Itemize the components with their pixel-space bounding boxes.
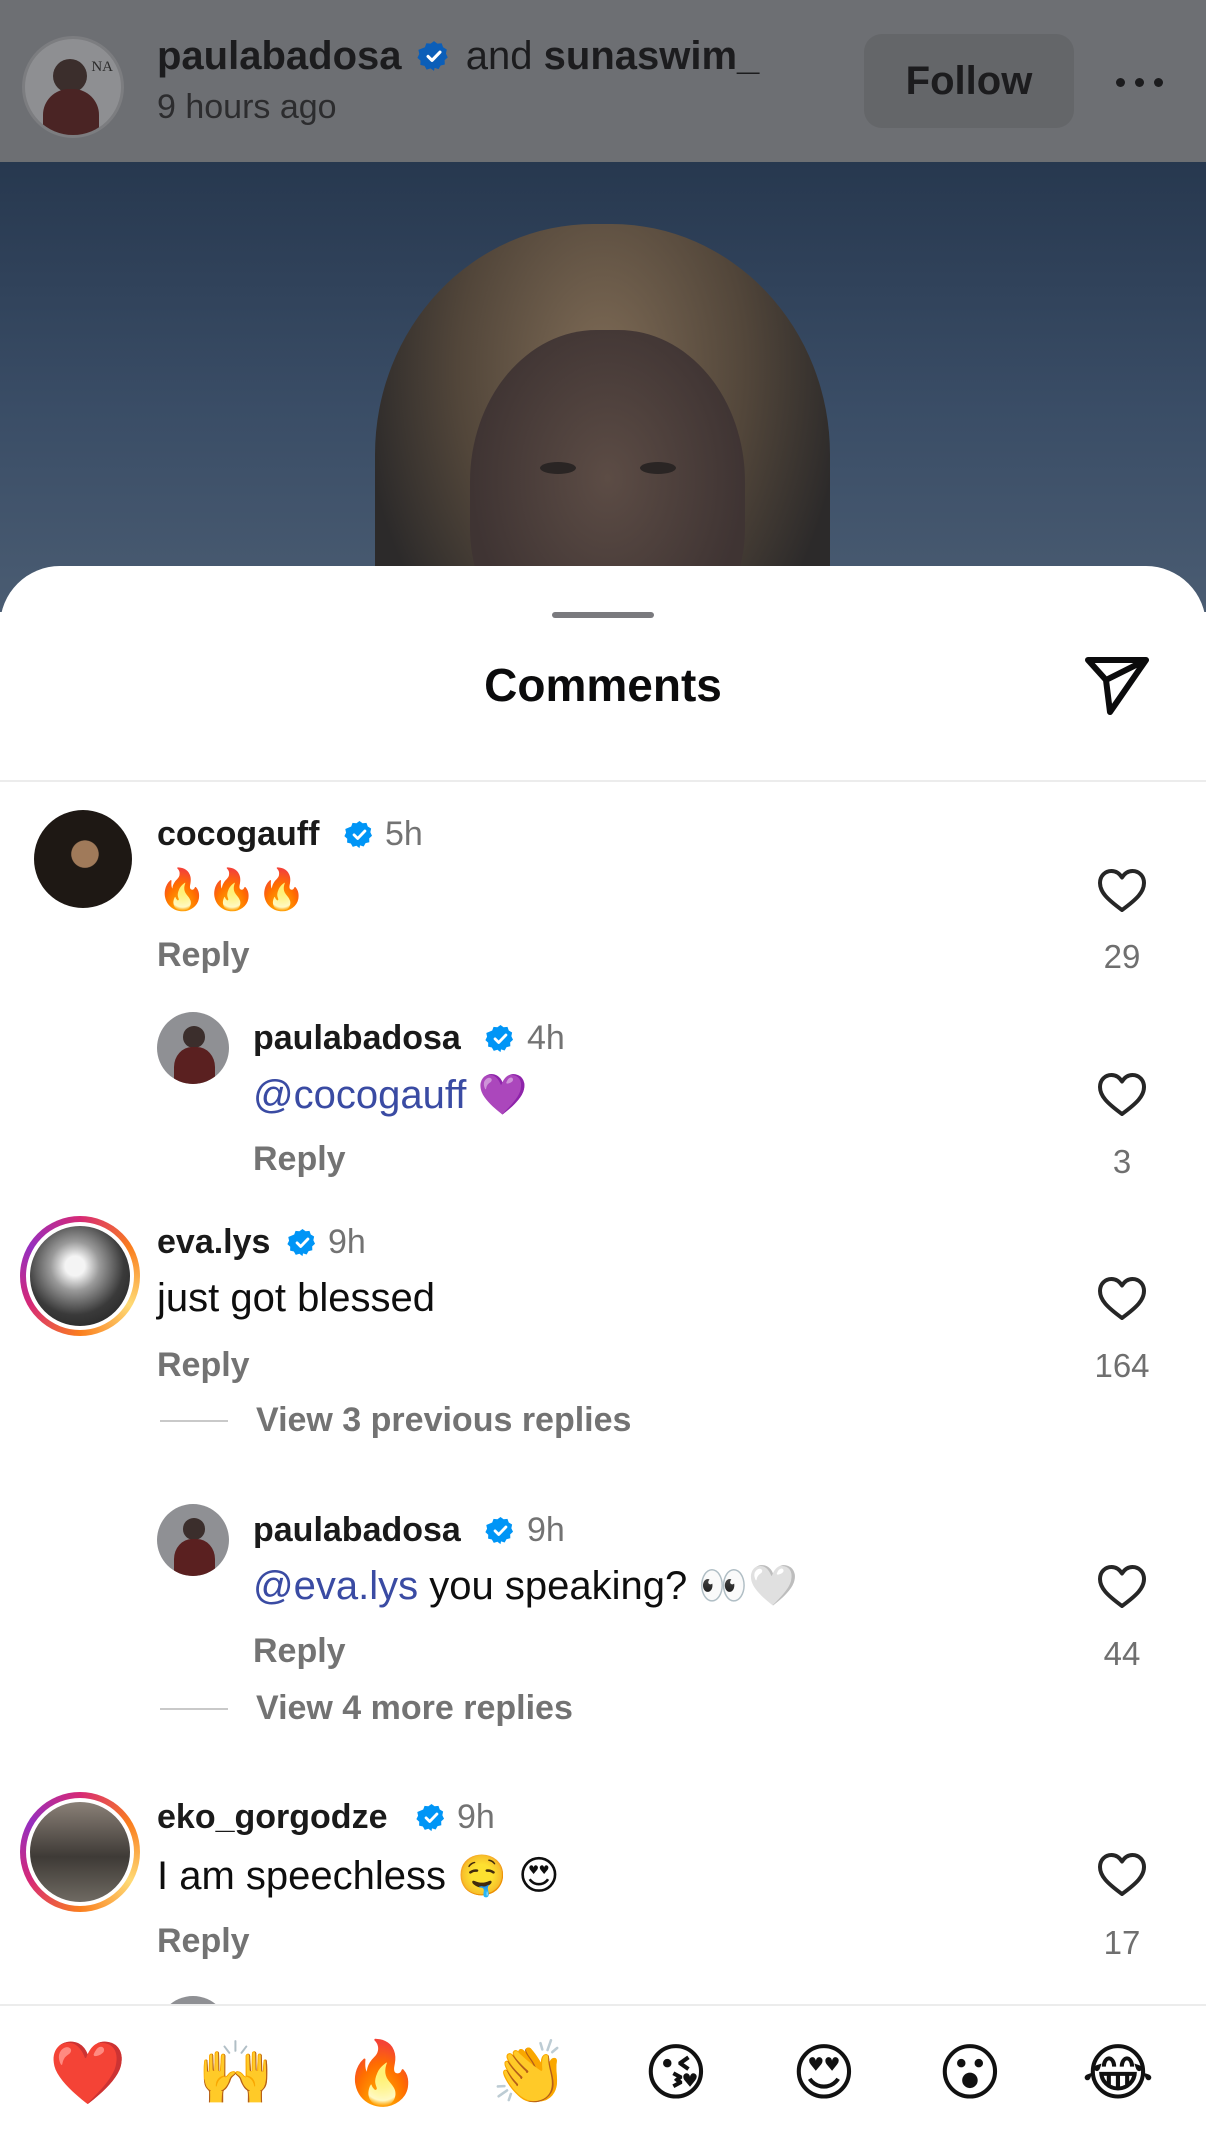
view-replies-button[interactable]: View 3 previous replies — [256, 1401, 631, 1440]
emoji-reaction-bar: ❤️ 🙌 🔥 👏 😘 😍 😮 😂 — [0, 2006, 1206, 2133]
comment-time: 4h — [527, 1019, 565, 1057]
like-count: 29 — [1103, 938, 1141, 975]
comment-time: 9h — [527, 1511, 565, 1549]
post-author-avatar[interactable]: NA — [22, 36, 124, 138]
heart-outline-icon[interactable] — [1097, 1072, 1147, 1118]
comment-time: 5h — [385, 815, 423, 853]
like-count: 17 — [1103, 1924, 1141, 1961]
comment-time: 9h — [328, 1223, 366, 1261]
verified-badge-icon — [344, 820, 373, 849]
like-count: 3 — [1112, 1143, 1132, 1180]
verified-badge-icon — [416, 1803, 445, 1832]
eye-left — [540, 462, 576, 474]
heart-outline-icon[interactable] — [1097, 1276, 1147, 1322]
emoji-clapping[interactable]: 👏 — [490, 2034, 570, 2114]
view-replies-line — [160, 1708, 228, 1710]
reply-button[interactable]: Reply — [157, 1922, 250, 1961]
comment-username[interactable]: eko_gorgodze — [157, 1798, 387, 1837]
mention-link[interactable]: @cocogauff — [253, 1073, 466, 1117]
verified-badge-icon — [485, 1516, 514, 1545]
verified-badge-icon — [417, 41, 448, 71]
view-replies-button[interactable]: View 4 more replies — [256, 1689, 573, 1728]
avatar-overlay-text: NA — [91, 59, 113, 75]
reply-button[interactable]: Reply — [157, 1346, 250, 1385]
post-authors-joiner: and — [465, 34, 533, 78]
reply-button[interactable]: Reply — [157, 936, 250, 975]
comment-username[interactable]: paulabadosa — [253, 1019, 461, 1058]
comment-body: you speaking? 👀🤍 — [418, 1564, 798, 1608]
mention-link[interactable]: @eva.lys — [253, 1564, 418, 1608]
avatar[interactable] — [34, 810, 132, 908]
comment-body: 💜 — [466, 1073, 528, 1117]
avatar[interactable] — [20, 1216, 140, 1336]
reply-button[interactable]: Reply — [253, 1632, 346, 1671]
emoji-surprised[interactable]: 😮 — [930, 2034, 1010, 2114]
post-time: 9 hours ago — [157, 88, 337, 126]
eye-right — [640, 462, 676, 474]
sheet-title: Comments — [484, 659, 722, 711]
post-authors: paulabadosa and sunaswim_ — [157, 34, 759, 79]
like-count: 44 — [1103, 1635, 1141, 1672]
follow-button[interactable]: Follow — [864, 34, 1074, 128]
comment-username[interactable]: cocogauff — [157, 815, 319, 854]
send-icon[interactable] — [1080, 652, 1152, 718]
avatar[interactable] — [157, 1504, 229, 1576]
view-replies-line — [160, 1420, 228, 1422]
like-count: 164 — [1094, 1347, 1150, 1384]
emoji-laughing[interactable]: 😂 — [1078, 2034, 1158, 2114]
comment-time: 9h — [457, 1798, 495, 1836]
comment-text: @eva.lys you speaking? 👀🤍 — [253, 1562, 798, 1609]
sheet-grabber[interactable] — [552, 612, 654, 618]
heart-outline-icon[interactable] — [1097, 868, 1147, 914]
comment-text: 🔥🔥🔥 — [157, 868, 307, 912]
post-author-1[interactable]: paulabadosa — [157, 34, 402, 78]
comment-text: @cocogauff 💜 — [253, 1071, 527, 1118]
more-horizontal-icon[interactable] — [1112, 60, 1168, 102]
avatar[interactable] — [157, 1012, 229, 1084]
heart-outline-icon[interactable] — [1097, 1852, 1147, 1898]
heart-outline-icon[interactable] — [1097, 1564, 1147, 1610]
verified-badge-icon — [287, 1228, 316, 1257]
post-image — [0, 162, 1206, 612]
post-author-2[interactable]: sunaswim_ — [544, 34, 760, 78]
emoji-heart-eyes[interactable]: 😍 — [784, 2034, 864, 2114]
emoji-raised-hands[interactable]: 🙌 — [196, 2034, 276, 2114]
emoji-fire[interactable]: 🔥 — [342, 2034, 422, 2114]
comment-username[interactable]: eva.lys — [157, 1223, 270, 1262]
reply-button[interactable]: Reply — [253, 1140, 346, 1179]
verified-badge-icon — [485, 1024, 514, 1053]
avatar[interactable] — [20, 1792, 140, 1912]
comment-text: just got blessed — [157, 1276, 435, 1320]
emoji-kiss[interactable]: 😘 — [636, 2034, 716, 2114]
emoji-red-heart[interactable]: ❤️ — [48, 2034, 128, 2114]
post-header: NA paulabadosa and sunaswim_ 9 hours ago… — [0, 0, 1206, 162]
sheet-divider — [0, 780, 1206, 782]
comment-text: I am speechless 🤤 😍 — [157, 1854, 560, 1898]
comment-username[interactable]: paulabadosa — [253, 1511, 461, 1550]
